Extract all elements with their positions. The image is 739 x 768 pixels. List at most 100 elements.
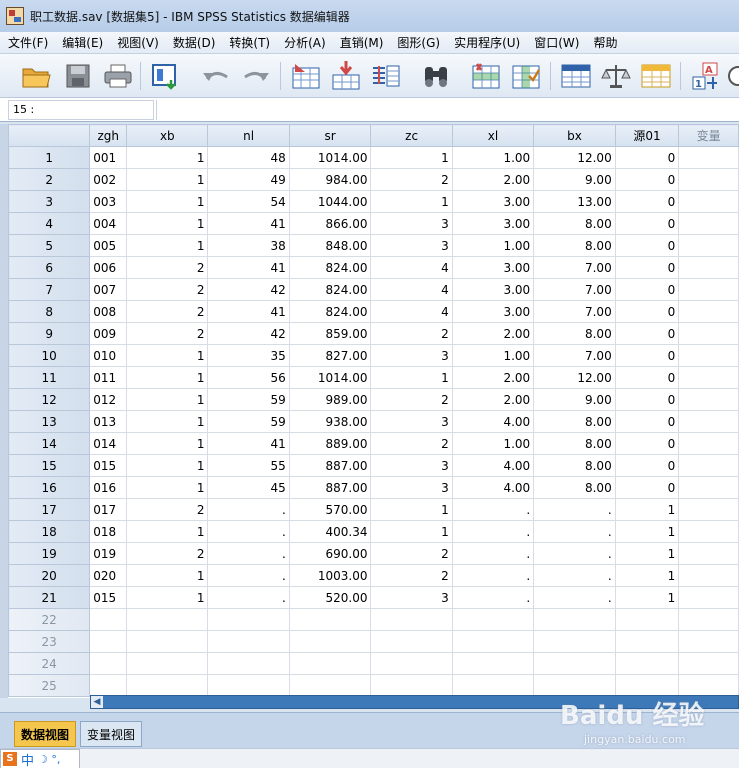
data-cell[interactable]: 3.00 bbox=[451, 190, 535, 213]
data-cell[interactable]: 1 bbox=[126, 410, 209, 433]
data-cell[interactable]: 010 bbox=[89, 344, 128, 367]
data-cell[interactable]: 1 bbox=[126, 146, 209, 169]
data-cell[interactable]: 12.00 bbox=[533, 146, 616, 169]
data-cell[interactable]: 690.00 bbox=[288, 542, 372, 565]
row-header[interactable]: 10 bbox=[8, 344, 91, 367]
data-cell[interactable]: 015 bbox=[89, 586, 128, 609]
data-cell[interactable]: 7.00 bbox=[533, 344, 616, 367]
empty-cell[interactable] bbox=[89, 630, 128, 653]
data-cell[interactable]: 8.00 bbox=[533, 410, 616, 433]
data-cell[interactable]: 3 bbox=[370, 454, 453, 477]
data-cell[interactable]: 7.00 bbox=[533, 278, 616, 301]
data-cell[interactable]: 009 bbox=[89, 322, 128, 345]
data-cell[interactable]: 2 bbox=[370, 322, 453, 345]
empty-cell[interactable] bbox=[370, 630, 453, 653]
empty-cell[interactable] bbox=[678, 344, 739, 367]
row-header[interactable]: 21 bbox=[8, 586, 91, 609]
data-cell[interactable]: 1 bbox=[126, 586, 209, 609]
row-header[interactable]: 23 bbox=[8, 630, 91, 653]
data-cell[interactable]: 1 bbox=[126, 476, 209, 499]
row-header[interactable]: 4 bbox=[8, 212, 91, 235]
data-cell[interactable]: 1 bbox=[370, 146, 453, 169]
empty-cell[interactable] bbox=[678, 168, 739, 191]
data-cell[interactable]: 3 bbox=[370, 410, 453, 433]
data-cell[interactable]: 4.00 bbox=[451, 410, 535, 433]
data-cell[interactable]: 017 bbox=[89, 498, 128, 521]
data-cell[interactable]: 2 bbox=[126, 322, 209, 345]
menu-edit[interactable]: 编辑(E) bbox=[62, 34, 103, 51]
data-cell[interactable]: 4 bbox=[370, 278, 453, 301]
empty-cell[interactable] bbox=[678, 146, 739, 169]
empty-cell[interactable] bbox=[288, 630, 372, 653]
data-cell[interactable]: . bbox=[533, 586, 616, 609]
data-cell[interactable]: 824.00 bbox=[288, 300, 372, 323]
data-cell[interactable]: 2.00 bbox=[451, 366, 535, 389]
data-cell[interactable]: 54 bbox=[207, 190, 290, 213]
data-cell[interactable]: 2 bbox=[126, 256, 209, 279]
data-cell[interactable]: 59 bbox=[207, 388, 290, 411]
data-cell[interactable]: . bbox=[451, 564, 535, 587]
row-header[interactable]: 14 bbox=[8, 432, 91, 455]
data-cell[interactable]: 3 bbox=[370, 212, 453, 235]
data-cell[interactable]: 4 bbox=[370, 300, 453, 323]
empty-cell[interactable] bbox=[678, 674, 739, 697]
row-header[interactable]: 24 bbox=[8, 652, 91, 675]
data-cell[interactable]: 1 bbox=[614, 564, 680, 587]
find-icon[interactable] bbox=[420, 60, 452, 92]
data-cell[interactable]: 1044.00 bbox=[288, 190, 372, 213]
data-cell[interactable]: 1 bbox=[126, 344, 209, 367]
empty-cell[interactable] bbox=[678, 608, 739, 631]
data-cell[interactable]: 3.00 bbox=[451, 278, 535, 301]
data-cell[interactable]: 1 bbox=[370, 366, 453, 389]
data-cell[interactable]: 1 bbox=[370, 520, 453, 543]
empty-cell[interactable] bbox=[614, 608, 680, 631]
data-cell[interactable]: 41 bbox=[207, 300, 290, 323]
row-header[interactable]: 6 bbox=[8, 256, 91, 279]
data-cell[interactable]: 41 bbox=[207, 256, 290, 279]
data-cell[interactable]: 1003.00 bbox=[288, 564, 372, 587]
data-cell[interactable]: . bbox=[533, 498, 616, 521]
menu-utilities[interactable]: 实用程序(U) bbox=[454, 34, 520, 51]
empty-cell[interactable] bbox=[533, 674, 616, 697]
data-cell[interactable]: 8.00 bbox=[533, 476, 616, 499]
data-cell[interactable]: 1 bbox=[614, 498, 680, 521]
data-cell[interactable]: 0 bbox=[614, 168, 680, 191]
menu-file[interactable]: 文件(F) bbox=[8, 34, 48, 51]
data-cell[interactable]: . bbox=[207, 564, 290, 587]
data-cell[interactable]: 0 bbox=[614, 322, 680, 345]
data-cell[interactable]: 8.00 bbox=[533, 322, 616, 345]
data-cell[interactable]: 3 bbox=[370, 344, 453, 367]
data-cell[interactable]: 011 bbox=[89, 366, 128, 389]
variables-icon[interactable] bbox=[370, 60, 402, 92]
value-labels-icon[interactable]: A1 bbox=[690, 60, 722, 92]
ime-symbols[interactable]: ☽ °, bbox=[38, 753, 60, 766]
empty-cell[interactable] bbox=[89, 608, 128, 631]
empty-cell[interactable] bbox=[89, 674, 128, 697]
empty-cell[interactable] bbox=[678, 278, 739, 301]
row-header[interactable]: 16 bbox=[8, 476, 91, 499]
empty-cell[interactable] bbox=[533, 608, 616, 631]
data-cell[interactable]: 3 bbox=[370, 234, 453, 257]
row-header[interactable]: 5 bbox=[8, 234, 91, 257]
data-cell[interactable]: . bbox=[451, 586, 535, 609]
data-cell[interactable]: 0 bbox=[614, 454, 680, 477]
data-cell[interactable]: 2 bbox=[370, 542, 453, 565]
data-cell[interactable]: 007 bbox=[89, 278, 128, 301]
data-cell[interactable]: 3 bbox=[370, 586, 453, 609]
data-cell[interactable]: 824.00 bbox=[288, 256, 372, 279]
data-cell[interactable]: 1 bbox=[370, 498, 453, 521]
data-cell[interactable]: 55 bbox=[207, 454, 290, 477]
open-folder-icon[interactable] bbox=[20, 60, 52, 92]
data-cell[interactable]: 7.00 bbox=[533, 256, 616, 279]
data-cell[interactable]: 0 bbox=[614, 344, 680, 367]
data-cell[interactable]: 0 bbox=[614, 146, 680, 169]
data-cell[interactable]: 1.00 bbox=[451, 344, 535, 367]
split-file-icon[interactable] bbox=[560, 60, 592, 92]
grid-corner[interactable] bbox=[8, 124, 91, 147]
data-cell[interactable]: 2 bbox=[370, 168, 453, 191]
empty-cell[interactable] bbox=[678, 256, 739, 279]
data-cell[interactable]: 0 bbox=[614, 256, 680, 279]
data-cell[interactable]: 49 bbox=[207, 168, 290, 191]
data-cell[interactable]: 016 bbox=[89, 476, 128, 499]
menu-analyze[interactable]: 分析(A) bbox=[284, 34, 326, 51]
